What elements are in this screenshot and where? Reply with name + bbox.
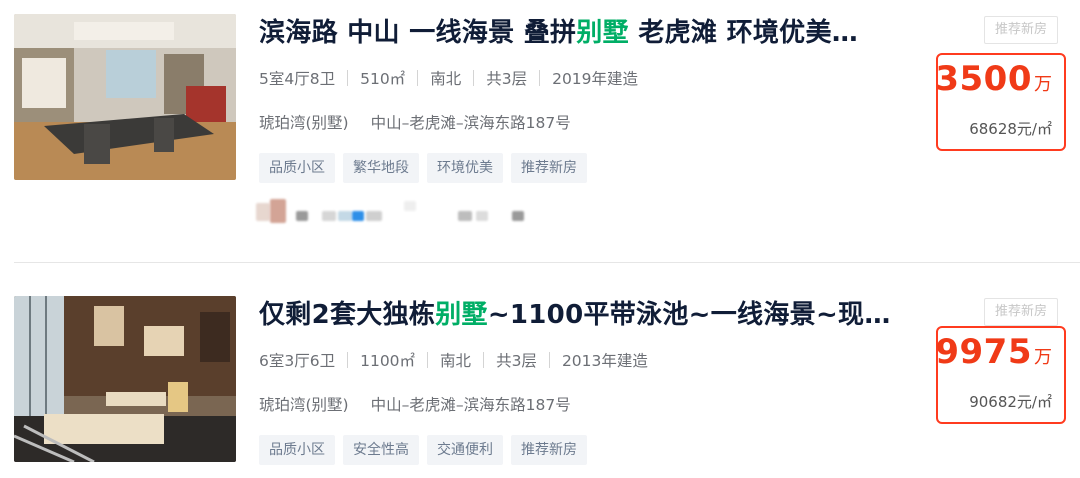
- area: 1100㎡: [360, 352, 416, 370]
- build-year: 2019年建造: [552, 70, 639, 88]
- divider: [539, 70, 541, 86]
- tag: 推荐新房: [511, 153, 587, 183]
- title-keyword-highlight: 别墅: [576, 18, 629, 48]
- unit-price: 90682元/㎡: [969, 393, 1052, 411]
- price-box: 3500 万 68628元/㎡: [935, 53, 1066, 151]
- unit-price: 68628元/㎡: [969, 120, 1052, 138]
- orientation: 南北: [440, 352, 472, 370]
- listing-card[interactable]: 滨海路 中山 一线海景 叠拼别墅 老虎滩 环境优美… 推荐新房 5室4厅8卫 5…: [0, 0, 1080, 262]
- community-link[interactable]: 琥珀湾(别墅): [259, 114, 349, 132]
- divider: [427, 352, 429, 368]
- total-price-value: 9975: [935, 332, 1032, 372]
- divider: [548, 352, 550, 368]
- divider: [473, 70, 475, 86]
- divider: [347, 352, 349, 368]
- room-layout: 5室4厅8卫: [259, 70, 336, 88]
- orientation: 南北: [430, 70, 462, 88]
- listing-title[interactable]: 滨海路 中山 一线海景 叠拼别墅 老虎滩 环境优美…: [259, 12, 939, 49]
- tag-list: 品质小区 繁华地段 环境优美 推荐新房: [259, 153, 587, 183]
- divider: [483, 352, 485, 368]
- tag-list: 品质小区 安全性高 交通便利 推荐新房: [259, 435, 587, 465]
- location-text: 中山–老虎滩–滨海东路187号: [370, 114, 571, 132]
- total-price: 3500 万: [935, 59, 1052, 99]
- listing-address: 琥珀湾(别墅) 中山–老虎滩–滨海东路187号: [259, 393, 571, 415]
- price-box: 9975 万 90682元/㎡: [935, 326, 1066, 424]
- title-text: ~1100平带泳池~一线海景~现…: [487, 300, 891, 330]
- tag: 安全性高: [343, 435, 419, 465]
- title-text: 老虎滩 环境优美…: [628, 18, 859, 48]
- tag: 品质小区: [259, 153, 335, 183]
- area: 510㎡: [360, 70, 406, 88]
- tag: 环境优美: [427, 153, 503, 183]
- floors: 共3层: [496, 352, 537, 370]
- dining-room-photo: [14, 14, 236, 180]
- floors: 共3层: [486, 70, 528, 88]
- total-price: 9975 万: [935, 332, 1052, 372]
- recommend-badge: 推荐新房: [984, 16, 1058, 44]
- location-text: 中山–老虎滩–滨海东路187号: [370, 396, 571, 414]
- total-price-unit: 万: [1034, 347, 1052, 368]
- divider: [417, 70, 419, 86]
- total-price-value: 3500: [935, 59, 1032, 99]
- room-layout: 6室3厅6卫: [259, 352, 336, 370]
- total-price-unit: 万: [1034, 74, 1052, 95]
- blurred-agent-info: [256, 197, 556, 227]
- listing-address: 琥珀湾(别墅) 中山–老虎滩–滨海东路187号: [259, 111, 571, 133]
- listing-photo[interactable]: [14, 14, 236, 180]
- title-text: 仅剩2套大独栋: [259, 300, 436, 330]
- tag: 繁华地段: [343, 153, 419, 183]
- build-year: 2013年建造: [561, 352, 648, 370]
- listing-title[interactable]: 仅剩2套大独栋别墅~1100平带泳池~一线海景~现…: [259, 294, 939, 331]
- title-keyword-highlight: 别墅: [435, 300, 488, 330]
- tag: 推荐新房: [511, 435, 587, 465]
- tag: 交通便利: [427, 435, 503, 465]
- title-text: 滨海路 中山 一线海景 叠拼: [259, 18, 577, 48]
- listing-info: 6室3厅6卫 1100㎡ 南北 共3层 2013年建造: [259, 349, 648, 371]
- listing-info: 5室4厅8卫 510㎡ 南北 共3层 2019年建造: [259, 67, 638, 89]
- listing-photo[interactable]: [14, 296, 236, 462]
- community-link[interactable]: 琥珀湾(别墅): [259, 396, 349, 414]
- recommend-badge: 推荐新房: [984, 298, 1058, 326]
- divider: [347, 70, 349, 86]
- listing-card[interactable]: 仅剩2套大独栋别墅~1100平带泳池~一线海景~现… 推荐新房 6室3厅6卫 1…: [0, 262, 1080, 478]
- tag: 品质小区: [259, 435, 335, 465]
- living-room-photo: [14, 296, 236, 462]
